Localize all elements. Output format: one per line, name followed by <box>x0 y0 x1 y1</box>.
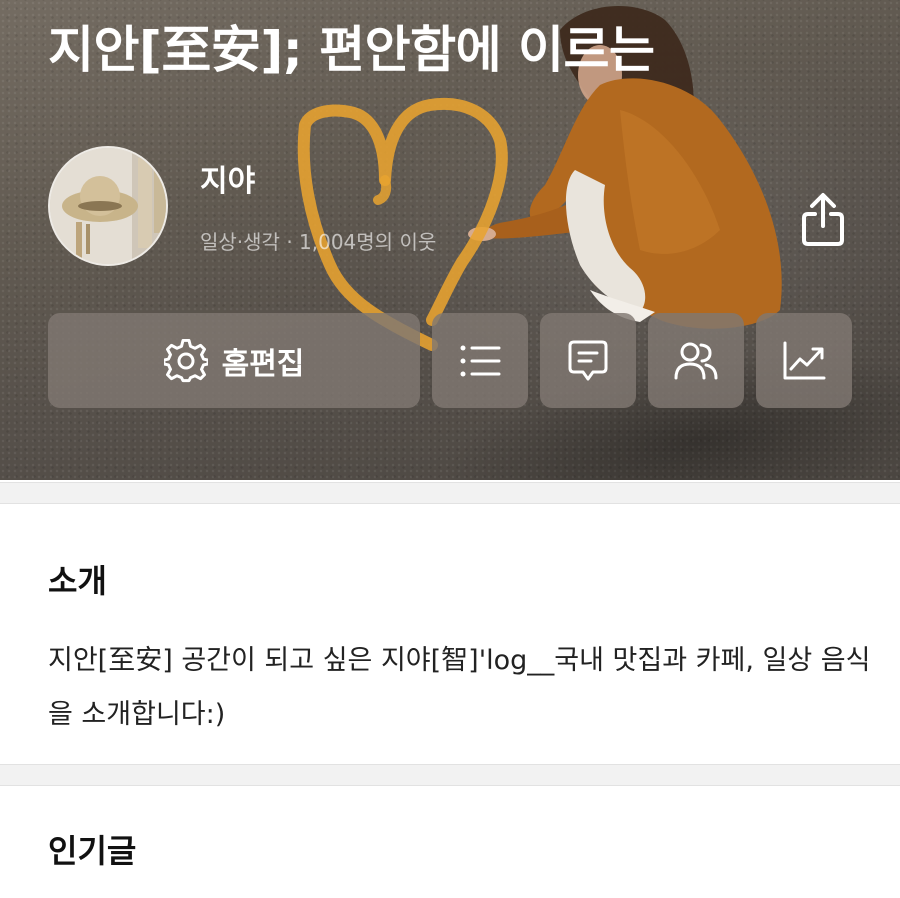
avatar[interactable] <box>48 146 168 266</box>
list-icon <box>460 345 501 376</box>
neighbors-button[interactable] <box>648 313 744 408</box>
share-button[interactable] <box>796 190 850 250</box>
section-divider <box>0 482 900 504</box>
popular-heading: 인기글 <box>48 832 137 870</box>
blog-nickname: 지야 <box>200 164 256 199</box>
avatar-image <box>50 148 166 264</box>
edit-home-button[interactable]: 홈편집 <box>48 313 420 408</box>
edit-home-label: 홈편집 <box>221 346 305 382</box>
category-list-button[interactable] <box>432 313 528 408</box>
stats-icon <box>783 341 826 379</box>
gear-icon <box>163 338 208 382</box>
message-button[interactable] <box>540 313 636 408</box>
section-divider <box>0 764 900 786</box>
heart-drawing <box>297 98 508 351</box>
blog-title: 지안[至安]; 편안함에 이르는 <box>48 21 655 79</box>
blog-meta: 일상·생각 · 1,004명의 이웃 <box>200 230 437 254</box>
intro-heading: 소개 <box>48 562 107 600</box>
message-icon <box>568 340 608 380</box>
profile-header: 지안[至安]; 편안함에 이르는 지야 일상·생각 · 1,004명의 이웃 홈… <box>0 0 900 480</box>
share-icon <box>802 193 844 246</box>
neighbors-icon <box>674 342 718 379</box>
stats-button[interactable] <box>756 313 852 408</box>
intro-text: 지안[至安] 공간이 되고 싶은 지야[智]'log__국내 맛집과 카페, 일… <box>48 645 871 730</box>
